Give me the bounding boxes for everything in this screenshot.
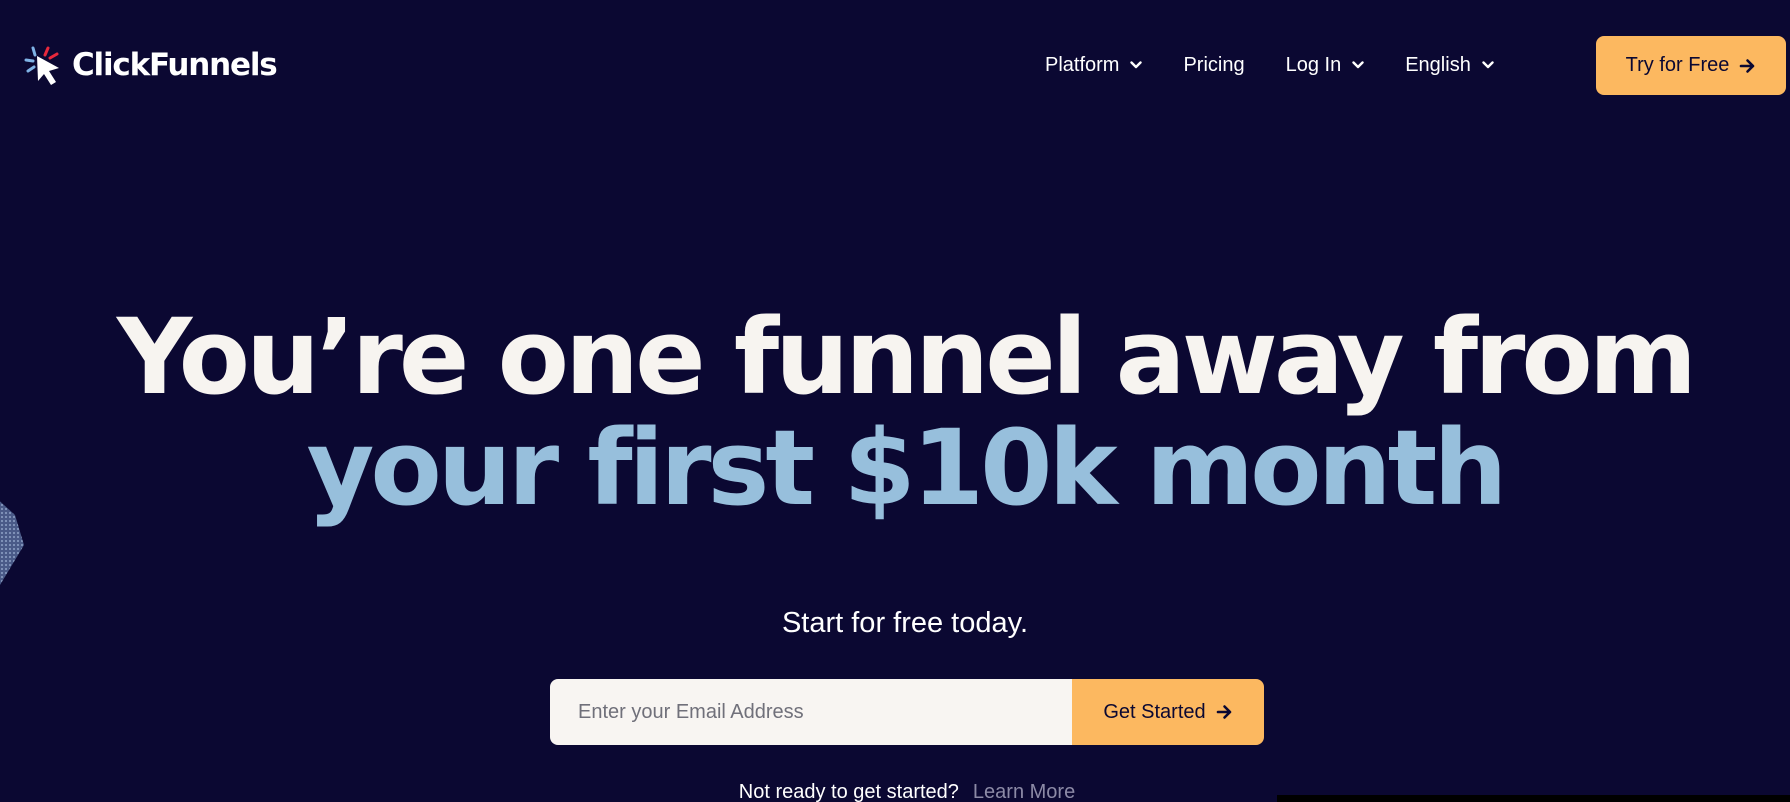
nav-item-pricing[interactable]: Pricing [1183, 49, 1244, 81]
learn-more-link[interactable]: Learn More [973, 781, 1075, 802]
nav-item-language[interactable]: English [1405, 49, 1494, 81]
brand-name: ClickFunnels [72, 47, 278, 83]
landing-page: ClickFunnels Platform Pricing Log In Eng… [0, 0, 1790, 802]
chevron-down-icon [1352, 61, 1364, 69]
arrow-right-icon [1740, 58, 1755, 73]
try-for-free-button[interactable]: Try for Free [1596, 36, 1786, 95]
get-started-label: Get Started [1103, 700, 1206, 723]
nav-item-label: English [1405, 54, 1471, 76]
email-input[interactable] [550, 679, 1072, 745]
hero-headline-highlight: your first $10k month [306, 407, 1508, 529]
nav-item-label: Platform [1045, 54, 1120, 76]
try-for-free-label: Try for Free [1625, 54, 1730, 76]
not-ready-text: Not ready to get started? [738, 781, 959, 802]
nav-item-label: Pricing [1183, 54, 1245, 76]
bottom-overlay-bar [1277, 795, 1790, 802]
get-started-button[interactable]: Get Started [1072, 679, 1264, 745]
nav-item-label: Log In [1285, 54, 1342, 76]
arrow-right-icon [1216, 705, 1231, 719]
email-signup-form: Get Started [550, 679, 1264, 745]
main-nav: Platform Pricing Log In English [1045, 49, 1535, 81]
hero-subheading: Start for free today. [781, 607, 1029, 639]
brand-logo-link[interactable]: ClickFunnels [24, 44, 278, 86]
chevron-down-icon [1482, 61, 1494, 69]
nav-item-login[interactable]: Log In [1286, 49, 1365, 81]
hero-headline-line1: You’re one funnel away from [116, 296, 1697, 418]
nav-item-platform[interactable]: Platform [1045, 49, 1143, 81]
site-header: ClickFunnels Platform Pricing Log In Eng… [0, 0, 1790, 132]
chevron-down-icon [1130, 61, 1143, 69]
cursor-logo-icon [24, 46, 59, 85]
